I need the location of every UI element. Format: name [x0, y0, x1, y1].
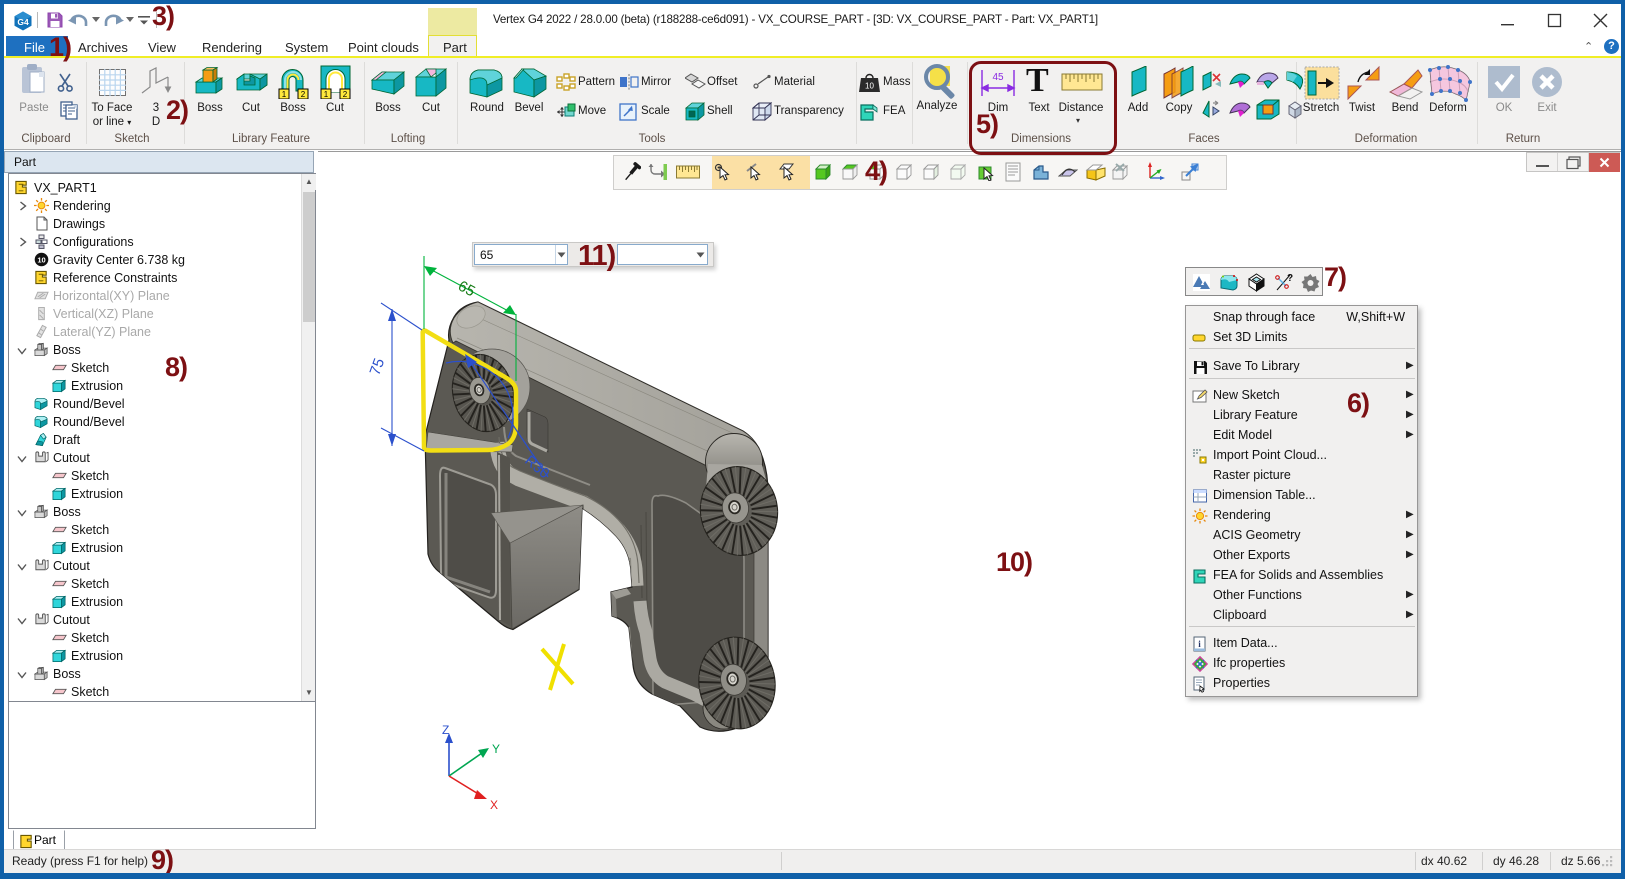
svg-text:Z: Z: [442, 723, 449, 737]
svg-text:75: 75: [367, 356, 389, 377]
svg-text:X: X: [490, 798, 498, 812]
svg-text:1: 1: [324, 90, 329, 99]
svg-text:2: 2: [301, 90, 306, 99]
svg-text:1: 1: [282, 90, 287, 99]
svg-text:65: 65: [455, 278, 478, 301]
svg-text:Y: Y: [492, 742, 500, 756]
svg-text:2: 2: [343, 90, 348, 99]
svg-text:G4: G4: [17, 17, 29, 27]
svg-text:?: ?: [1287, 273, 1293, 284]
svg-text:10: 10: [865, 82, 874, 91]
svg-text:10: 10: [37, 256, 45, 265]
